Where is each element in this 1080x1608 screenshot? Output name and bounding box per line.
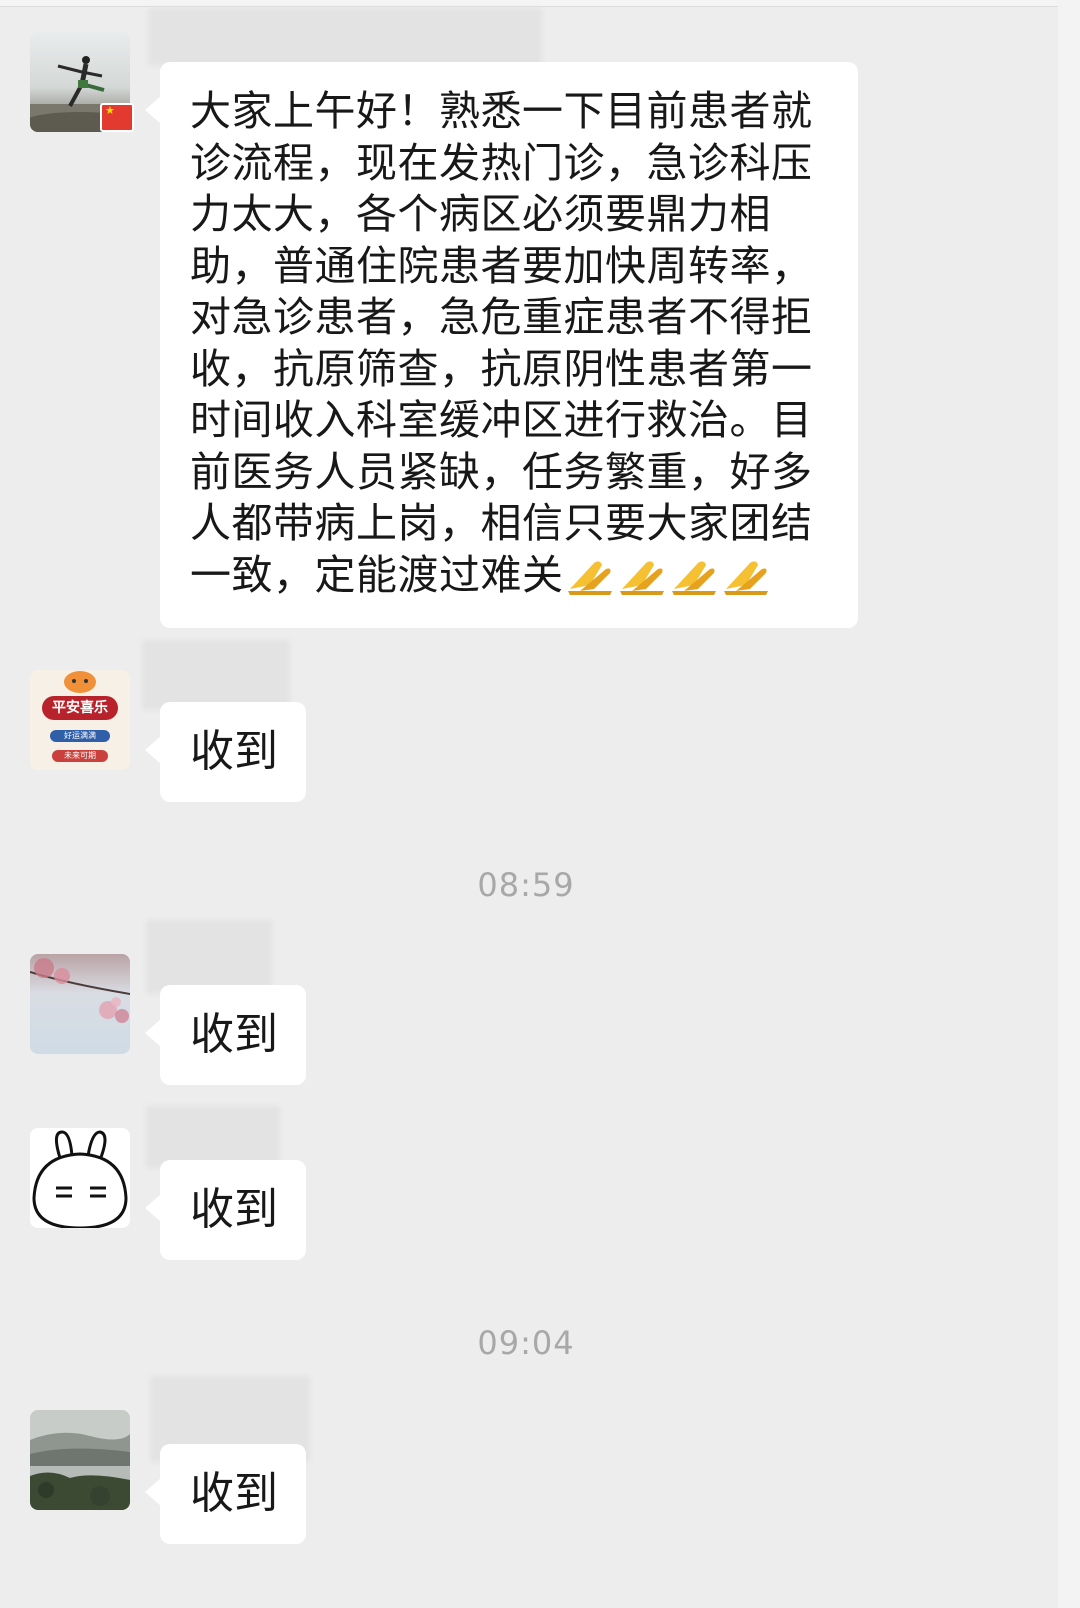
message-text: 收到 <box>190 1184 278 1235</box>
folded-hands-icon <box>618 555 668 595</box>
message-text: 收到 <box>190 1009 278 1060</box>
avatar-caption: 未来可期 <box>64 751 96 760</box>
message-bubble[interactable]: 收到 <box>145 1160 306 1260</box>
sender-name-blurred <box>146 1106 280 1168</box>
flag-star-icon: ★ <box>105 104 115 117</box>
avatar-caption: 好运满满 <box>64 731 96 740</box>
cherry-blossom-avatar[interactable] <box>30 954 130 1054</box>
folded-hands-icon <box>670 555 720 595</box>
message-timestamp: 09:04 <box>477 1324 575 1362</box>
top-edge <box>0 0 1080 7</box>
message-bubble[interactable]: 收到 <box>145 1444 306 1544</box>
right-edge <box>1058 0 1080 1608</box>
tiger-sticker-avatar[interactable]: 平安喜乐 好运满满 未来可期 <box>30 670 130 770</box>
china-flag-badge: ★ <box>100 103 134 132</box>
message-bubble[interactable]: 收到 <box>145 985 306 1085</box>
folded-hands-icon <box>566 555 616 595</box>
folded-hands-icon <box>722 555 772 595</box>
white-rabbit-avatar[interactable] <box>30 1128 130 1228</box>
sender-name-blurred <box>148 8 542 66</box>
sender-name-blurred <box>146 920 272 994</box>
sender-name-blurred <box>142 640 290 710</box>
mountain-lake-avatar[interactable] <box>30 1410 130 1510</box>
message-bubble[interactable]: 收到 <box>145 702 306 802</box>
message-text: 收到 <box>190 726 278 777</box>
message-text: 收到 <box>190 1468 278 1519</box>
avatar-caption: 平安喜乐 <box>52 700 108 716</box>
message-timestamp: 08:59 <box>477 866 575 904</box>
message-text: 大家上午好！熟悉一下目前患者就诊流程，现在发热门诊，急诊科压力太大，各个病区必须… <box>190 87 813 599</box>
message-bubble[interactable]: 大家上午好！熟悉一下目前患者就诊流程，现在发热门诊，急诊科压力太大，各个病区必须… <box>145 62 858 628</box>
